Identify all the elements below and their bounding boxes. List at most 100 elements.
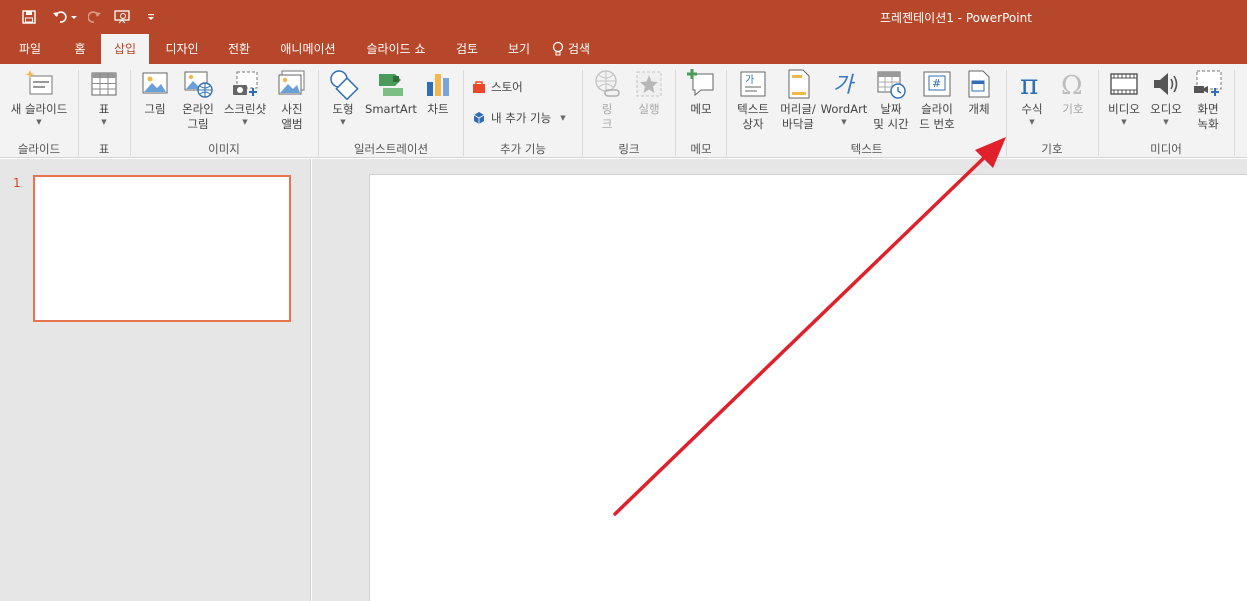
group-text: 가 텍스트 상자 머리글/ 바닥글 가 WordArt ▼ 날짜 및 시간 # … [727,64,1006,158]
shapes-button[interactable]: 도형 ▼ [323,68,363,142]
redo-icon[interactable] [84,7,106,27]
smartart-button[interactable]: SmartArt [363,68,419,142]
object-button[interactable]: 개체 [961,68,997,142]
svg-text:#: # [932,77,941,90]
my-addins-button[interactable]: 내 추가 기능 ▼ [472,107,566,129]
photo-album-button[interactable]: 사진 앨범 [273,68,311,142]
group-media-label: 미디어 [1150,142,1182,156]
svg-text:가: 가 [833,73,856,98]
shapes-label: 도형 [332,102,354,116]
textbox-label: 텍스트 상자 [737,102,769,131]
comment-label: 메모 [690,102,712,116]
group-addins: 스토어 내 추가 기능 ▼ 추가 기능 [464,64,582,158]
picture-label: 그림 [144,102,166,116]
tab-insert[interactable]: 삽입 [101,34,149,64]
slide-thumbnail[interactable] [33,175,291,322]
group-illustrations-label: 일러스트레이션 [353,142,429,156]
table-label: 표 [98,102,110,116]
table-button[interactable]: 표 ▼ [85,68,123,142]
pi-icon: π [1020,68,1038,100]
tab-view[interactable]: 보기 [496,34,542,64]
customize-toolbar-icon[interactable] [140,7,162,27]
chevron-down-icon: ▼ [36,118,42,126]
tab-animations[interactable]: 애니메이션 [268,34,348,64]
action-button[interactable]: 실행 [629,68,669,142]
title-bar: 프레젠테이션1 - PowerPoint [0,0,1247,34]
group-images: 그림 온라인 그림 스크린샷 ▼ 사진 앨범 이미지 [131,64,317,158]
ribbon-insert: 새 슬라이드 ▼ 슬라이드 표 ▼ 표 그림 온라인 그림 스크린샷 ▼ 사진 … [0,64,1247,158]
store-label: 스토어 [491,80,523,94]
chart-label: 차트 [427,102,449,116]
textbox-icon: 가 [740,71,766,97]
tab-slideshow[interactable]: 슬라이드 쇼 [356,34,436,64]
wordart-button[interactable]: 가 WordArt ▼ [820,68,868,142]
group-symbols-label: 기호 [1041,142,1063,156]
tab-review[interactable]: 검토 [444,34,490,64]
picture-icon [142,72,168,94]
equation-button[interactable]: π 수식 ▼ [1013,68,1051,142]
screenshot-button[interactable]: 스크린샷 ▼ [220,68,270,142]
header-footer-label: 머리글/ 바닥글 [780,102,816,131]
chevron-down-icon: ▼ [340,118,346,126]
chevron-down-icon: ▼ [242,118,248,126]
link-button[interactable]: 링 크 [589,68,625,142]
slide-canvas[interactable] [369,174,1247,601]
online-picture-icon [184,71,213,98]
tell-me-search[interactable]: 검색 [552,34,612,64]
film-icon [1110,73,1138,95]
group-addins-label: 추가 기능 [500,142,546,156]
header-footer-button[interactable]: 머리글/ 바닥글 [775,68,821,142]
tab-transitions[interactable]: 전환 [216,34,262,64]
chevron-down-icon: ▼ [1029,118,1035,126]
comment-button[interactable]: 메모 [682,68,720,142]
group-slides-label: 슬라이드 [17,142,61,156]
calendar-clock-icon [877,71,906,99]
tab-design[interactable]: 디자인 [156,34,208,64]
chevron-down-icon: ▼ [1163,118,1169,126]
picture-button[interactable]: 그림 [137,68,173,142]
chart-button[interactable]: 차트 [419,68,457,142]
slide-number-icon: # [923,71,951,97]
symbol-button[interactable]: Ω 기호 [1055,68,1091,142]
screenshot-icon [233,71,258,96]
group-symbols: π 수식 ▼ Ω 기호 기호 [1007,64,1097,158]
undo-icon[interactable] [50,7,80,27]
group-comments: 메모 메모 [676,64,726,158]
window-title: 프레젠테이션1 - PowerPoint [880,11,1032,25]
audio-button[interactable]: 오디오 ▼ [1145,68,1187,142]
svg-text:Ω: Ω [1061,71,1083,100]
slide-number: 1 [13,176,21,190]
tab-file[interactable]: 파일 [8,34,52,64]
textbox-button[interactable]: 가 텍스트 상자 [730,68,776,142]
ribbon-tabs: 파일 홈 삽입 디자인 전환 애니메이션 슬라이드 쇼 검토 보기 검색 [0,34,1247,64]
slide-thumbnails-pane: 1 [0,159,311,601]
video-button[interactable]: 비디오 ▼ [1103,68,1145,142]
online-picture-label: 온라인 그림 [182,102,214,131]
speaker-icon [1154,73,1178,95]
group-media: 비디오 ▼ 오디오 ▼ 화면 녹화 미디어 [1099,64,1233,158]
store-icon [473,81,485,93]
new-slide-icon [25,70,53,95]
group-images-label: 이미지 [208,142,240,156]
screen-recording-label: 화면 녹화 [1197,102,1219,131]
online-picture-button[interactable]: 온라인 그림 [177,68,219,142]
chevron-down-icon: ▼ [101,118,107,126]
chevron-down-icon: ▼ [841,118,847,126]
photo-album-icon [278,70,305,95]
tab-home[interactable]: 홈 [60,34,100,64]
screenshot-label: 스크린샷 [223,102,267,116]
slide-number-button[interactable]: # 슬라이 드 번호 [914,68,960,142]
save-icon[interactable] [18,7,40,27]
new-slide-button[interactable]: 새 슬라이드 ▼ [3,68,75,142]
screen-recording-button[interactable]: 화면 녹화 [1189,68,1227,142]
store-button[interactable]: 스토어 [472,76,523,98]
link-label: 링 크 [601,102,613,131]
video-label: 비디오 [1108,102,1140,116]
group-divider [1234,70,1235,156]
group-links: 링 크 실행 링크 [583,64,675,158]
action-label: 실행 [638,102,660,116]
present-from-start-icon[interactable] [112,7,134,27]
date-time-button[interactable]: 날짜 및 시간 [868,68,914,142]
slide-number-label: 슬라이 드 번호 [919,102,955,131]
action-star-icon [636,71,662,97]
